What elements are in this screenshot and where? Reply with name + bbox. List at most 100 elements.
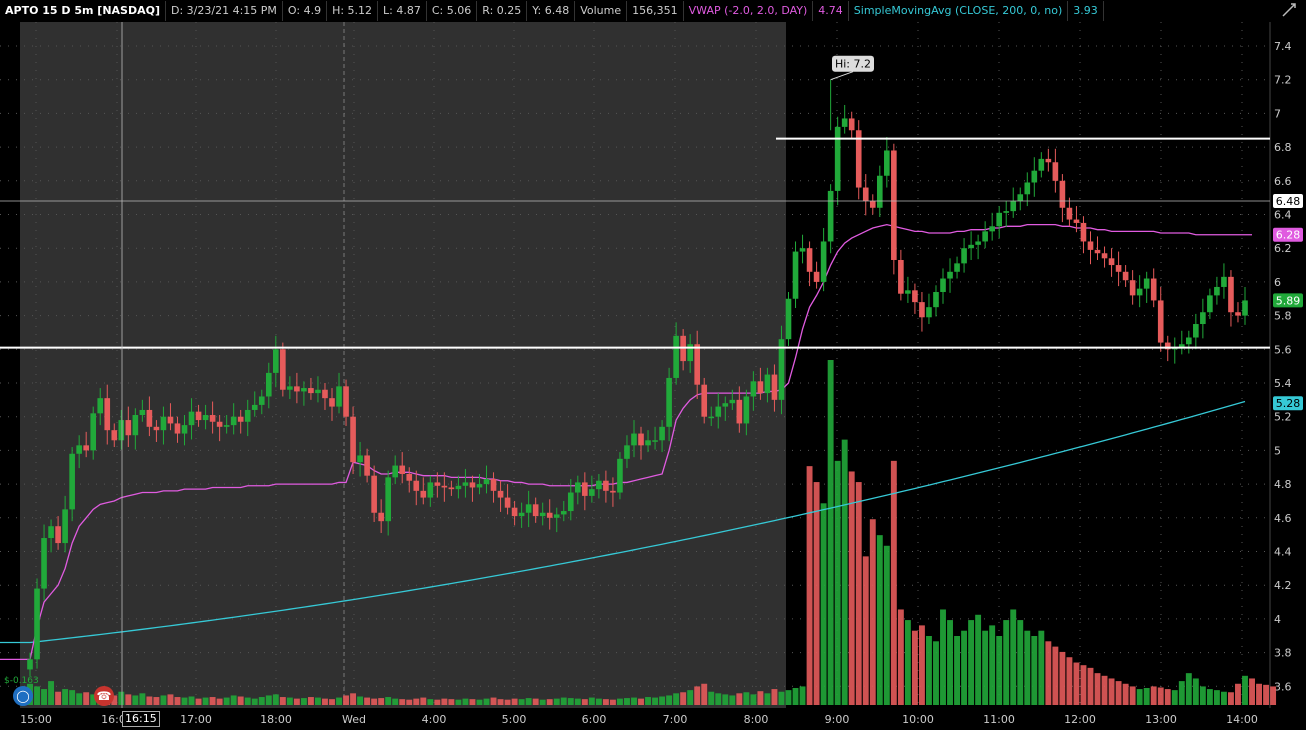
y-tick-label: 6.6 <box>1274 175 1292 188</box>
candle-body <box>399 465 406 474</box>
y-tick-label: 5.8 <box>1274 310 1292 323</box>
candle-body <box>610 490 616 493</box>
candle-body <box>771 374 778 400</box>
candle-body <box>701 384 708 417</box>
candle-body <box>104 398 111 431</box>
candle-body <box>968 244 974 249</box>
y-tick-label: 4 <box>1274 613 1281 626</box>
volume-bar <box>34 686 40 705</box>
volume-bar <box>666 695 673 705</box>
volume-bar <box>336 697 342 705</box>
y-tick-label: 3.8 <box>1274 647 1292 660</box>
volume-bar <box>1017 620 1024 705</box>
volume-bar <box>188 696 195 705</box>
candle-body <box>280 349 286 390</box>
volume-bar <box>820 503 827 705</box>
candle-body <box>560 511 567 515</box>
candle-body <box>989 226 995 232</box>
volume-bar <box>511 698 518 705</box>
price-chart[interactable]: 7.4 7.2 7 6.8 6.6 6.4 6.2 6 5.8 5.6 5.4 5.2 5 4.8 4.6 4… <box>0 0 1306 730</box>
volume-bar <box>167 694 174 705</box>
candle-body <box>546 512 553 518</box>
volume-bar <box>1122 683 1129 705</box>
volume-bar <box>574 698 581 705</box>
x-tick-label: 5:00 <box>502 713 527 726</box>
volume-bar <box>525 698 532 705</box>
phone-icon[interactable]: ☎ <box>94 686 114 706</box>
candle-body <box>62 509 68 544</box>
y-tick-label: 4.2 <box>1274 579 1292 592</box>
volume-bar <box>1199 686 1206 705</box>
volume-bar <box>230 695 237 705</box>
volume-bar <box>736 693 743 705</box>
volume-bar <box>701 683 708 705</box>
x-tick-label: 4:00 <box>422 713 447 726</box>
volume-bar <box>1185 673 1192 705</box>
candle-body <box>876 175 883 208</box>
candle-body <box>125 420 132 436</box>
volume-bar <box>427 699 434 705</box>
x-tick-label: 14:00 <box>1226 713 1258 726</box>
volume-bar <box>1129 686 1136 705</box>
candle-body <box>1059 180 1066 208</box>
volume-bar <box>279 697 286 705</box>
candle-body <box>659 426 665 441</box>
volume-bar <box>687 690 694 705</box>
volume-bar <box>933 641 939 705</box>
volume-bar <box>1164 689 1171 705</box>
volume-bar <box>1235 683 1241 705</box>
candle-body <box>1214 286 1220 296</box>
x-tick-label: 13:00 <box>1145 713 1177 726</box>
candle-body <box>273 349 279 373</box>
volume-bar <box>364 697 371 705</box>
volume-bar <box>1045 641 1052 705</box>
volume-bar <box>750 694 757 705</box>
volume-bar <box>1059 651 1066 705</box>
volume-bar <box>876 535 883 705</box>
volume-bar <box>132 695 139 705</box>
volume-bar <box>1206 689 1213 705</box>
candle-body <box>834 126 841 191</box>
candle-body <box>996 212 1002 227</box>
candle-body <box>427 482 434 498</box>
candle-body <box>596 480 602 490</box>
volume-bar <box>560 697 567 705</box>
volume-bar <box>890 460 897 705</box>
candle-body <box>553 514 560 518</box>
volume-bar <box>708 691 715 705</box>
volume-bar <box>76 693 83 705</box>
volume-bar <box>462 698 469 705</box>
volume-bar <box>1171 690 1178 705</box>
volume-bar <box>62 689 69 705</box>
candle-body <box>76 445 82 454</box>
volume-bar <box>595 698 602 705</box>
lightbulb-icon[interactable]: ◯ <box>13 686 33 706</box>
volume-bar <box>420 697 427 705</box>
candle-body <box>350 416 356 463</box>
candle-body <box>1031 170 1038 183</box>
candle-body <box>715 406 722 417</box>
volume-bar <box>195 698 202 705</box>
price-badge-label: 6.48 <box>1276 195 1301 208</box>
candle-body <box>785 298 792 340</box>
candle-body <box>1115 265 1122 272</box>
candle-body <box>329 398 335 407</box>
volume-bar <box>652 697 659 705</box>
y-tick-label: 4.8 <box>1274 478 1292 491</box>
volume-bar <box>862 556 869 705</box>
extended-hours-shade <box>20 22 786 708</box>
low-marker: $-0.163 <box>4 676 39 686</box>
volume-bar <box>406 699 413 705</box>
candle-body <box>1045 158 1052 163</box>
candle-body <box>947 271 953 279</box>
candle-body <box>1010 201 1017 212</box>
volume-bar <box>602 699 609 705</box>
candle-body <box>420 490 427 498</box>
candle-body <box>954 263 960 272</box>
candle-body <box>27 659 33 670</box>
x-tick-label: 9:00 <box>825 713 850 726</box>
candle-body <box>69 453 75 510</box>
volume-bar <box>1192 678 1199 705</box>
candle-body <box>926 307 932 318</box>
candle-body <box>722 403 729 407</box>
